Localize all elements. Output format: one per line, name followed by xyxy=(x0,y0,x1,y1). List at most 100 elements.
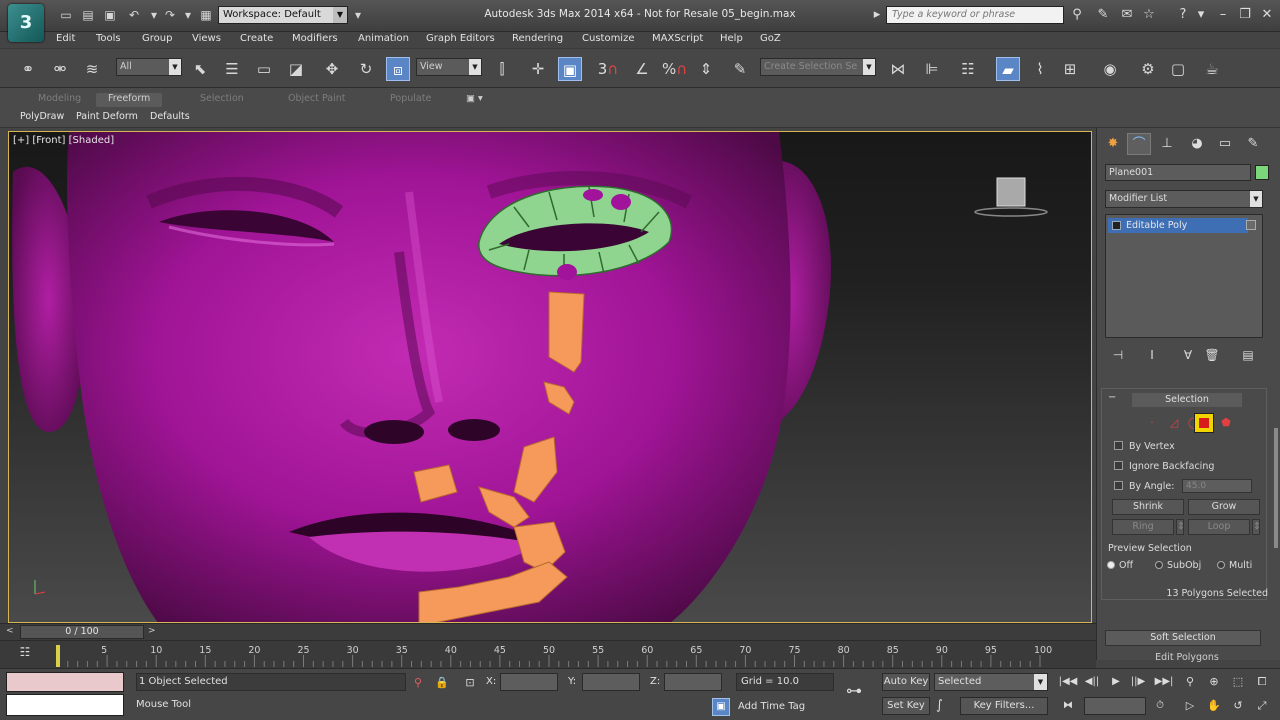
object-name-field[interactable]: Plane001 xyxy=(1105,164,1251,181)
favorites-star-icon[interactable]: ☆ xyxy=(1140,6,1158,24)
menu-goz[interactable]: GoZ xyxy=(760,33,781,44)
default-in-out-tangent-icon[interactable]: ∫ xyxy=(936,698,943,713)
material-editor-icon[interactable]: ◉ xyxy=(1098,57,1122,81)
ribbon-tab-selection[interactable]: Selection xyxy=(200,93,244,107)
menu-group[interactable]: Group xyxy=(142,33,172,44)
maximize-viewport-icon[interactable]: ⤢ xyxy=(1252,697,1272,715)
stack-item-editable-poly[interactable]: Editable Poly xyxy=(1108,218,1248,233)
menu-customize[interactable]: Customize xyxy=(582,33,635,44)
zoom-icon[interactable]: ⚲ xyxy=(1180,673,1200,691)
rollout-collapse-icon[interactable]: − xyxy=(1108,392,1116,403)
z-coord-field[interactable] xyxy=(664,673,722,691)
hierarchy-panel-icon[interactable]: ⊥ xyxy=(1155,133,1179,155)
render-setup-icon[interactable]: ⚙ xyxy=(1136,57,1160,81)
align-icon[interactable]: ⊫ xyxy=(920,57,944,81)
previous-frame-icon[interactable]: ◀|| xyxy=(1082,674,1102,690)
viewport-front[interactable]: [+] [Front] [Shaded] xyxy=(8,131,1092,623)
ribbon-panel-polydraw[interactable]: PolyDraw xyxy=(20,111,64,122)
redo-icon[interactable]: ↷ xyxy=(162,7,178,23)
add-time-tag[interactable]: Add Time Tag xyxy=(738,701,805,712)
modify-panel-icon[interactable]: ⌒ xyxy=(1127,133,1151,155)
menu-animation[interactable]: Animation xyxy=(358,33,409,44)
schematic-view-icon[interactable]: ⊞ xyxy=(1058,57,1082,81)
time-slider[interactable]: < 0 / 100 > xyxy=(0,623,1096,640)
time-tag-icon[interactable]: ▣ xyxy=(712,698,730,716)
key-selection-set-dropdown[interactable]: Selected ▼ xyxy=(934,673,1048,691)
edit-named-selection-icon[interactable]: ✎ xyxy=(728,57,752,81)
subscription-icon[interactable]: ✎ xyxy=(1094,6,1112,24)
maxscript-listener-output[interactable] xyxy=(6,672,124,692)
undo-dropdown-icon[interactable]: ▾ xyxy=(146,7,162,23)
bind-to-space-warp-icon[interactable]: ≋ xyxy=(80,57,104,81)
selection-filter-dropdown[interactable]: All ▼ xyxy=(116,58,182,76)
create-panel-icon[interactable]: ✸ xyxy=(1101,133,1125,155)
modifier-stack[interactable]: Editable Poly xyxy=(1105,214,1263,338)
by-angle-spinner[interactable]: 45.0 xyxy=(1182,479,1252,493)
ring-spinner[interactable]: ⇕ xyxy=(1176,519,1185,535)
command-panel-scrollbar[interactable] xyxy=(1274,428,1278,548)
search-input[interactable]: Type a keyword or phrase xyxy=(886,6,1064,24)
motion-panel-icon[interactable]: ◕ xyxy=(1185,133,1209,155)
element-subobject-icon[interactable]: ⬟ xyxy=(1216,413,1236,433)
close-icon[interactable]: ✕ xyxy=(1254,4,1280,26)
remove-modifier-icon[interactable]: 🗑 xyxy=(1203,348,1221,364)
vertex-subobject-icon[interactable]: · xyxy=(1142,413,1162,433)
ribbon-tab-freeform[interactable]: Freeform xyxy=(96,93,163,107)
keyboard-shortcut-override-icon[interactable]: ▣ xyxy=(558,57,582,81)
ribbon-panel-paint-deform[interactable]: Paint Deform xyxy=(76,111,138,122)
time-slider-handle[interactable]: 0 / 100 xyxy=(20,625,144,639)
key-filters-button[interactable]: Key Filters... xyxy=(960,697,1048,715)
play-icon[interactable]: ▶ xyxy=(1106,674,1126,690)
menu-edit[interactable]: Edit xyxy=(56,33,75,44)
field-of-view-icon[interactable]: ▷ xyxy=(1180,697,1200,715)
spinner-snap-icon[interactable]: ⇕ xyxy=(694,57,718,81)
mirror-icon[interactable]: ⋈ xyxy=(886,57,910,81)
named-selection-set-dropdown[interactable]: Create Selection Se ▼ xyxy=(760,58,876,76)
preview-off-radio[interactable]: Off xyxy=(1107,560,1133,571)
orbit-icon[interactable]: ↺ xyxy=(1228,697,1248,715)
new-file-icon[interactable]: ▭ xyxy=(58,7,74,23)
select-and-rotate-icon[interactable]: ↻ xyxy=(354,57,378,81)
layer-manager-icon[interactable]: ☷ xyxy=(956,57,980,81)
menu-maxscript[interactable]: MAXScript xyxy=(652,33,703,44)
key-mode-toggle-icon[interactable]: ⧓ xyxy=(1058,698,1078,714)
pivot-center-icon[interactable]: ⫿ xyxy=(490,57,514,81)
object-color-swatch[interactable] xyxy=(1255,165,1269,180)
viewport-label[interactable]: [+] [Front] [Shaded] xyxy=(13,135,114,146)
select-and-move-icon[interactable]: ✥ xyxy=(320,57,344,81)
angle-snap-icon[interactable]: ∠ xyxy=(630,57,654,81)
soft-selection-rollout-title[interactable]: Soft Selection xyxy=(1105,630,1261,646)
unlink-selection-icon[interactable]: ⚮ xyxy=(48,57,72,81)
redo-dropdown-icon[interactable]: ▾ xyxy=(180,7,196,23)
ribbon-panel-defaults[interactable]: Defaults xyxy=(150,111,190,122)
help-icon[interactable]: ? xyxy=(1174,6,1192,24)
project-folder-icon[interactable]: ▦ xyxy=(198,7,214,23)
x-coord-field[interactable] xyxy=(500,673,558,691)
go-to-end-icon[interactable]: ▶▶| xyxy=(1154,674,1174,690)
set-key-button[interactable]: Set Key xyxy=(882,697,930,715)
zoom-extents-all-icon[interactable]: ⧠ xyxy=(1252,673,1272,691)
render-production-icon[interactable]: ☕ xyxy=(1200,57,1224,81)
shrink-button[interactable]: Shrink xyxy=(1112,499,1184,515)
configure-modifier-sets-icon[interactable]: ▤ xyxy=(1239,348,1257,364)
stack-item-toggle[interactable] xyxy=(1246,220,1256,230)
select-and-scale-icon[interactable]: ⧈ xyxy=(386,57,410,81)
current-frame-marker[interactable] xyxy=(56,645,60,667)
select-and-manipulate-icon[interactable]: ✛ xyxy=(526,57,550,81)
isolate-selection-icon[interactable]: ⚲ xyxy=(410,675,426,691)
reference-coordinate-dropdown[interactable]: View ▼ xyxy=(416,58,482,76)
loop-button[interactable]: Loop xyxy=(1188,519,1250,535)
utilities-panel-icon[interactable]: ✎ xyxy=(1241,133,1265,155)
search-arrow-icon[interactable]: ▸ xyxy=(868,6,886,24)
polygon-subobject-icon[interactable] xyxy=(1194,413,1214,433)
edge-subobject-icon[interactable]: ◿ xyxy=(1164,413,1184,433)
menu-modifiers[interactable]: Modifiers xyxy=(292,33,338,44)
zoom-extents-icon[interactable]: ⬚ xyxy=(1228,673,1248,691)
graphite-modeling-toggle-icon[interactable]: ▰ xyxy=(996,57,1020,81)
menu-help[interactable]: Help xyxy=(720,33,743,44)
pin-stack-icon[interactable]: ⊣ xyxy=(1109,348,1127,364)
communication-icon[interactable]: ✉ xyxy=(1118,6,1136,24)
quick-access-dropdown-icon[interactable]: ▾ xyxy=(350,7,366,23)
window-crossing-icon[interactable]: ◪ xyxy=(284,57,308,81)
by-angle-checkbox[interactable]: By Angle: xyxy=(1114,481,1174,492)
